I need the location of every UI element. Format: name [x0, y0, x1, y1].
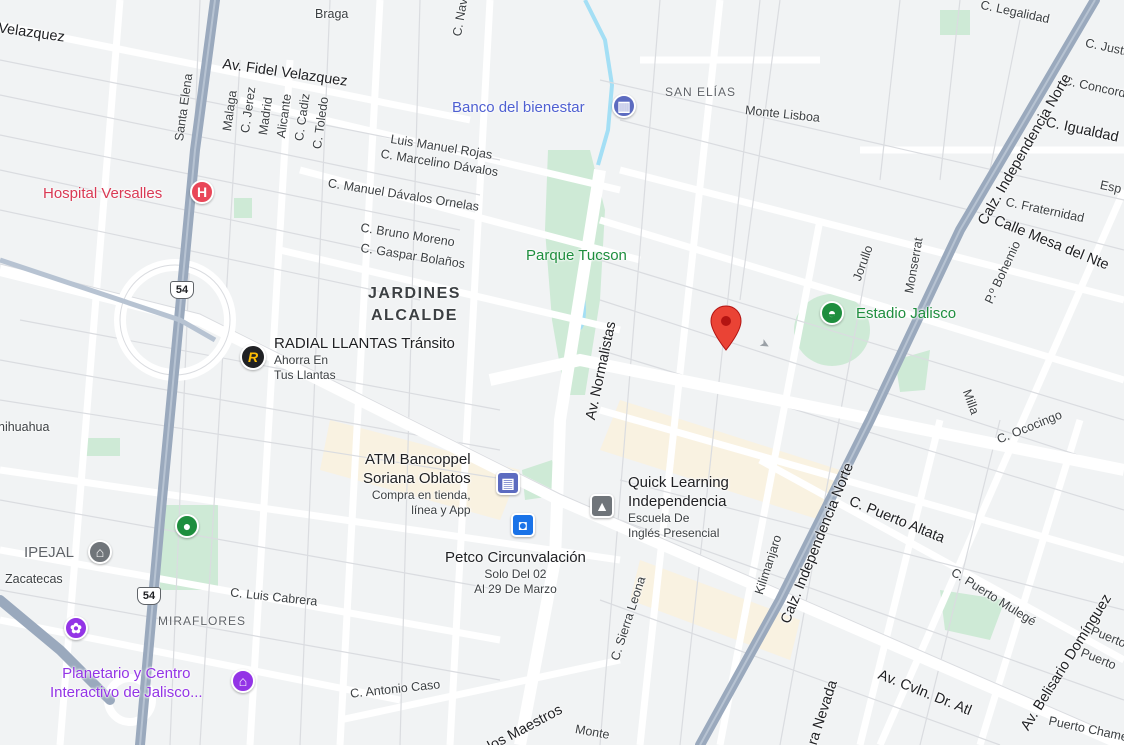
bank-icon[interactable]: ▥	[612, 94, 636, 118]
poi-radial-name: RADIAL LLANTAS Tránsito	[274, 335, 455, 352]
poi-estadio-jalisco[interactable]: Estadio Jalisco	[856, 304, 956, 323]
poi-radial-llantas[interactable]: RADIAL LLANTAS Tránsito Ahorra En Tus Ll…	[274, 334, 455, 383]
stadium-icon[interactable]: ◓	[820, 301, 844, 325]
shopping-bag-icon[interactable]: ◘	[511, 513, 535, 537]
poi-quick-learning[interactable]: Quick Learning Independencia Escuela De …	[628, 473, 729, 541]
route-54-shield-bottom: 54	[137, 587, 161, 605]
neighborhood-miraflores: MIRAFLORES	[158, 614, 247, 628]
museum-icon[interactable]: ⌂	[231, 669, 255, 693]
location-pin-icon[interactable]	[708, 304, 744, 352]
park-icon[interactable]: ●	[175, 514, 199, 538]
poi-hospital-name: Hospital Versalles	[43, 185, 163, 202]
poi-banco-name: Banco del bienestar	[452, 99, 585, 116]
map-canvas[interactable]: JARDINES ALCALDE SAN ELÍAS MIRAFLORES Br…	[0, 0, 1124, 745]
radial-llantas-logo-icon[interactable]: R	[240, 344, 266, 370]
poi-estadio-name: Estadio Jalisco	[856, 305, 957, 322]
poi-planetario[interactable]: Planetario y Centro Interactivo de Jalis…	[50, 664, 203, 702]
poi-banco-del-bienestar[interactable]: Banco del bienestar	[452, 98, 585, 117]
poi-radial-sub: Ahorra En Tus Llantas	[274, 353, 336, 382]
planetarium-icon[interactable]: ✿	[64, 616, 88, 640]
street-chihuahua: nihuahua	[0, 420, 50, 434]
government-building-icon[interactable]: ⌂	[88, 540, 112, 564]
neighborhood-jardines-alcalde: JARDINES ALCALDE	[368, 285, 461, 324]
poi-quick-name: Quick Learning Independencia	[628, 474, 729, 510]
poi-quick-sub: Escuela De Inglés Presencial	[628, 511, 720, 540]
poi-atm-name: ATM Bancoppel Soriana Oblatos	[363, 451, 471, 487]
atm-icon[interactable]: ▤	[496, 471, 520, 495]
street-zacatecas: Zacatecas	[5, 572, 63, 586]
route-54-shield-top: 54	[170, 281, 194, 299]
street-braga: Braga	[315, 7, 349, 21]
hospital-icon[interactable]: H	[190, 180, 214, 204]
poi-ipejal[interactable]: IPEJAL	[24, 543, 74, 562]
poi-petco-sub: Solo Del 02 Al 29 De Marzo	[474, 567, 557, 596]
poi-parque-name: Parque Tucson	[526, 247, 627, 264]
poi-planetario-name: Planetario y Centro Interactivo de Jalis…	[50, 665, 203, 701]
poi-petco[interactable]: Petco Circunvalación Solo Del 02 Al 29 D…	[445, 548, 586, 597]
poi-atm-bancoppel[interactable]: ATM Bancoppel Soriana Oblatos Compra en …	[363, 450, 471, 518]
poi-hospital-versalles[interactable]: Hospital Versalles	[43, 184, 162, 203]
poi-ipejal-name: IPEJAL	[24, 544, 75, 561]
poi-parque-tucson[interactable]: Parque Tucson	[526, 246, 627, 265]
poi-petco-name: Petco Circunvalación	[445, 549, 586, 566]
school-icon[interactable]: ▲	[590, 494, 614, 518]
poi-atm-sub: Compra en tienda, línea y App	[371, 488, 471, 517]
neighborhood-san-elias: SAN ELÍAS	[665, 85, 737, 99]
